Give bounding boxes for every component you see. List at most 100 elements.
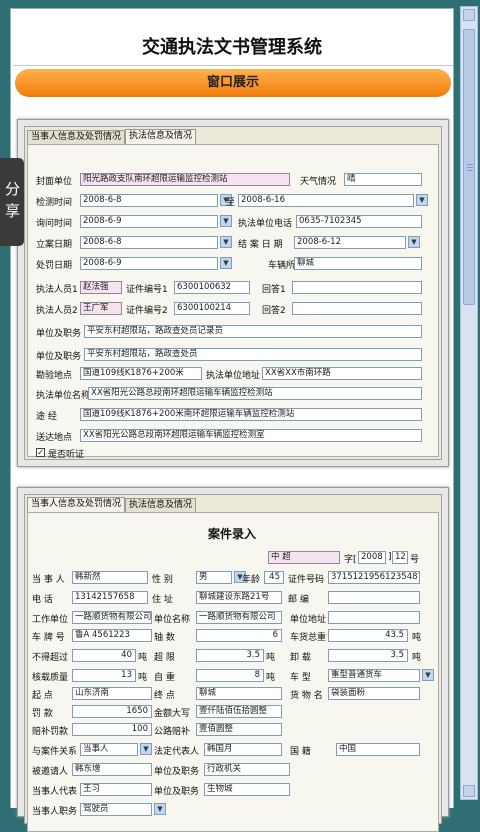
tab-1[interactable]: 当事人信息及处罚情况	[27, 497, 126, 512]
form-field[interactable]: 聊城	[196, 687, 282, 700]
form-field[interactable]: 45	[264, 571, 284, 584]
form-field[interactable]: 2008	[358, 551, 386, 564]
form-field[interactable]: XX省阳光公路总段南环超限运输车辆监控检测站	[88, 387, 422, 400]
form-field[interactable]: 王广军	[80, 302, 122, 315]
form-field[interactable]: 男	[196, 571, 232, 584]
form-field[interactable]: 3.5	[328, 649, 408, 662]
field-label: 单位及职务	[36, 352, 82, 362]
hearing-checkbox[interactable]: ✓	[36, 448, 45, 457]
section-banner[interactable]: 窗口展示	[15, 69, 451, 97]
form-field[interactable]: 平安东村超限站，路政查处员记录员	[84, 325, 422, 338]
form-field[interactable]: 一路顺货物有限公司	[196, 611, 282, 624]
form-field[interactable]: 43.5	[328, 629, 408, 642]
form-field[interactable]: 8	[196, 669, 264, 682]
form-field[interactable]: 2008-6-8	[80, 194, 218, 207]
form-field[interactable]: 1650	[72, 705, 152, 718]
form-field[interactable]: 阳光路政支队南环超限运输监控检测站	[80, 173, 290, 186]
dropdown-arrow-icon[interactable]: ▼	[220, 215, 232, 227]
screenshot-1[interactable]: 当事人信息及处罚情况 执法信息及情况 封面单位 阳光路政支队南环超限运输监控检测站天…	[17, 119, 449, 467]
form-field[interactable]: 壹仟陆佰伍拾圆整	[196, 705, 282, 718]
form-field[interactable]: 100	[72, 723, 152, 736]
form-field[interactable]: 2008-6-8	[80, 236, 218, 249]
form-field[interactable]: 重型普通货车	[328, 669, 420, 682]
form-field[interactable]: 0635-7102345	[296, 215, 422, 228]
form-field[interactable]: XX省XX市南环路	[262, 367, 422, 380]
form-field[interactable]: 3.5	[196, 649, 264, 662]
form-field[interactable]: 晴	[344, 173, 422, 186]
form-field[interactable]: 13	[72, 669, 136, 682]
form-field[interactable]	[292, 302, 422, 315]
form-field[interactable]	[328, 591, 420, 604]
form-field[interactable]: 12	[392, 551, 408, 564]
form-field[interactable]: 生物城	[204, 783, 290, 796]
field-label: 车 型	[290, 673, 311, 683]
field-label: 立案日期	[36, 240, 73, 250]
form-field[interactable]: 国道109线K1876+200米南环超限运输车辆监控检测站	[80, 408, 422, 421]
field-label: 当事人职务	[32, 807, 78, 817]
form-field[interactable]: 平安东村超限站，路政查处员	[84, 348, 422, 361]
field-label: 证件号码	[288, 575, 325, 585]
field-label: 执法单位电话	[238, 219, 293, 229]
tab-1[interactable]: 当事人信息及处罚情况	[27, 130, 126, 144]
dropdown-arrow-icon[interactable]: ▼	[220, 236, 232, 248]
form-field[interactable]: 驾驶员	[80, 803, 152, 816]
form-field[interactable]: 赵法强	[80, 281, 122, 294]
tab-2[interactable]: 执法信息及情况	[125, 129, 197, 144]
form-field[interactable]: 6300100214	[174, 302, 250, 315]
field-label: 单位及职务	[154, 787, 200, 797]
form-field[interactable]: 2008-6-12	[294, 236, 406, 249]
vertical-scrollbar[interactable]	[460, 6, 478, 800]
scroll-down-arrow-icon[interactable]	[463, 785, 475, 797]
field-label: 号	[410, 555, 420, 565]
form-field[interactable]: 6300100632	[174, 281, 250, 294]
form-field[interactable]: 聊城建设东路21号	[196, 591, 282, 604]
form-field[interactable]: 中国	[336, 743, 420, 756]
field-label: 终 点	[154, 691, 175, 701]
form-field[interactable]: 韩国月	[204, 743, 282, 756]
form-field[interactable]: 一路顺货物有限公司	[72, 611, 152, 624]
form-field[interactable]: 王习	[80, 783, 152, 796]
dropdown-arrow-icon[interactable]: ▼	[220, 257, 232, 269]
field-label: 货 物 名	[290, 691, 323, 701]
form-field[interactable]: 山东济南	[72, 687, 152, 700]
form-field[interactable]: 聊城	[294, 257, 422, 270]
form-field[interactable]: 韩新然	[72, 571, 148, 584]
dropdown-arrow-icon[interactable]: ▼	[140, 743, 152, 755]
field-label: 证件编号2	[126, 306, 168, 316]
dropdown-arrow-icon[interactable]: ▼	[408, 236, 420, 248]
form-field[interactable]: 行政机关	[204, 763, 290, 776]
form-field[interactable]	[328, 611, 420, 624]
content-page: 交通执法文书管理系统 窗口展示 当事人信息及处罚情况 执法信息及情况 封面单位 阳光…	[10, 8, 454, 832]
form-field[interactable]: 壹佰圆整	[196, 723, 282, 736]
scroll-up-arrow-icon[interactable]	[463, 9, 475, 21]
field-label: 执法单位地址	[206, 371, 261, 381]
dropdown-arrow-icon[interactable]: ▼	[154, 803, 166, 815]
form-field[interactable]: XX省阳光公路总段南环超限运输车辆监控检测室	[80, 429, 422, 442]
form-field[interactable]: 13142157658	[72, 591, 148, 604]
form-field[interactable]: 6	[196, 629, 282, 642]
scroll-thumb[interactable]	[463, 29, 475, 305]
form-field[interactable]: 40	[72, 649, 136, 662]
form-field[interactable]: 2008-6-16	[238, 194, 414, 207]
form-field[interactable]: 韩东增	[72, 763, 152, 776]
field-label: 单位及职务	[36, 329, 82, 339]
field-label: 吨	[266, 673, 276, 683]
dropdown-arrow-icon[interactable]: ▼	[422, 669, 434, 681]
form-field[interactable]: 袋装面粉	[328, 687, 420, 700]
form-field[interactable]: 2008-6-9	[80, 215, 218, 228]
form-field[interactable]: 中 超	[268, 551, 340, 564]
tab-2[interactable]: 执法信息及情况	[125, 498, 197, 512]
share-button[interactable]: 分享	[0, 158, 24, 246]
share-label: 分享	[5, 180, 21, 220]
form-field[interactable]: 2008-6-9	[80, 257, 218, 270]
form-field[interactable]	[292, 281, 422, 294]
form-field[interactable]: 鲁A 4561223	[72, 629, 152, 642]
form-field[interactable]: 当事人	[80, 743, 138, 756]
screenshot-1-tabs: 当事人信息及处罚情况 执法信息及情况	[27, 129, 197, 144]
field-label: 卸 载	[290, 653, 311, 663]
dropdown-arrow-icon[interactable]: ▼	[416, 194, 428, 206]
screenshot-2[interactable]: 当事人信息及处罚情况 执法信息及情况 案件录入 中 超字[2008] 12 号当 事 …	[17, 487, 449, 832]
form-field[interactable]: 国道109线K1876+200米	[80, 367, 202, 380]
field-label: 赔补罚款	[32, 727, 69, 737]
form-field[interactable]: 371512195612354876	[328, 571, 420, 584]
